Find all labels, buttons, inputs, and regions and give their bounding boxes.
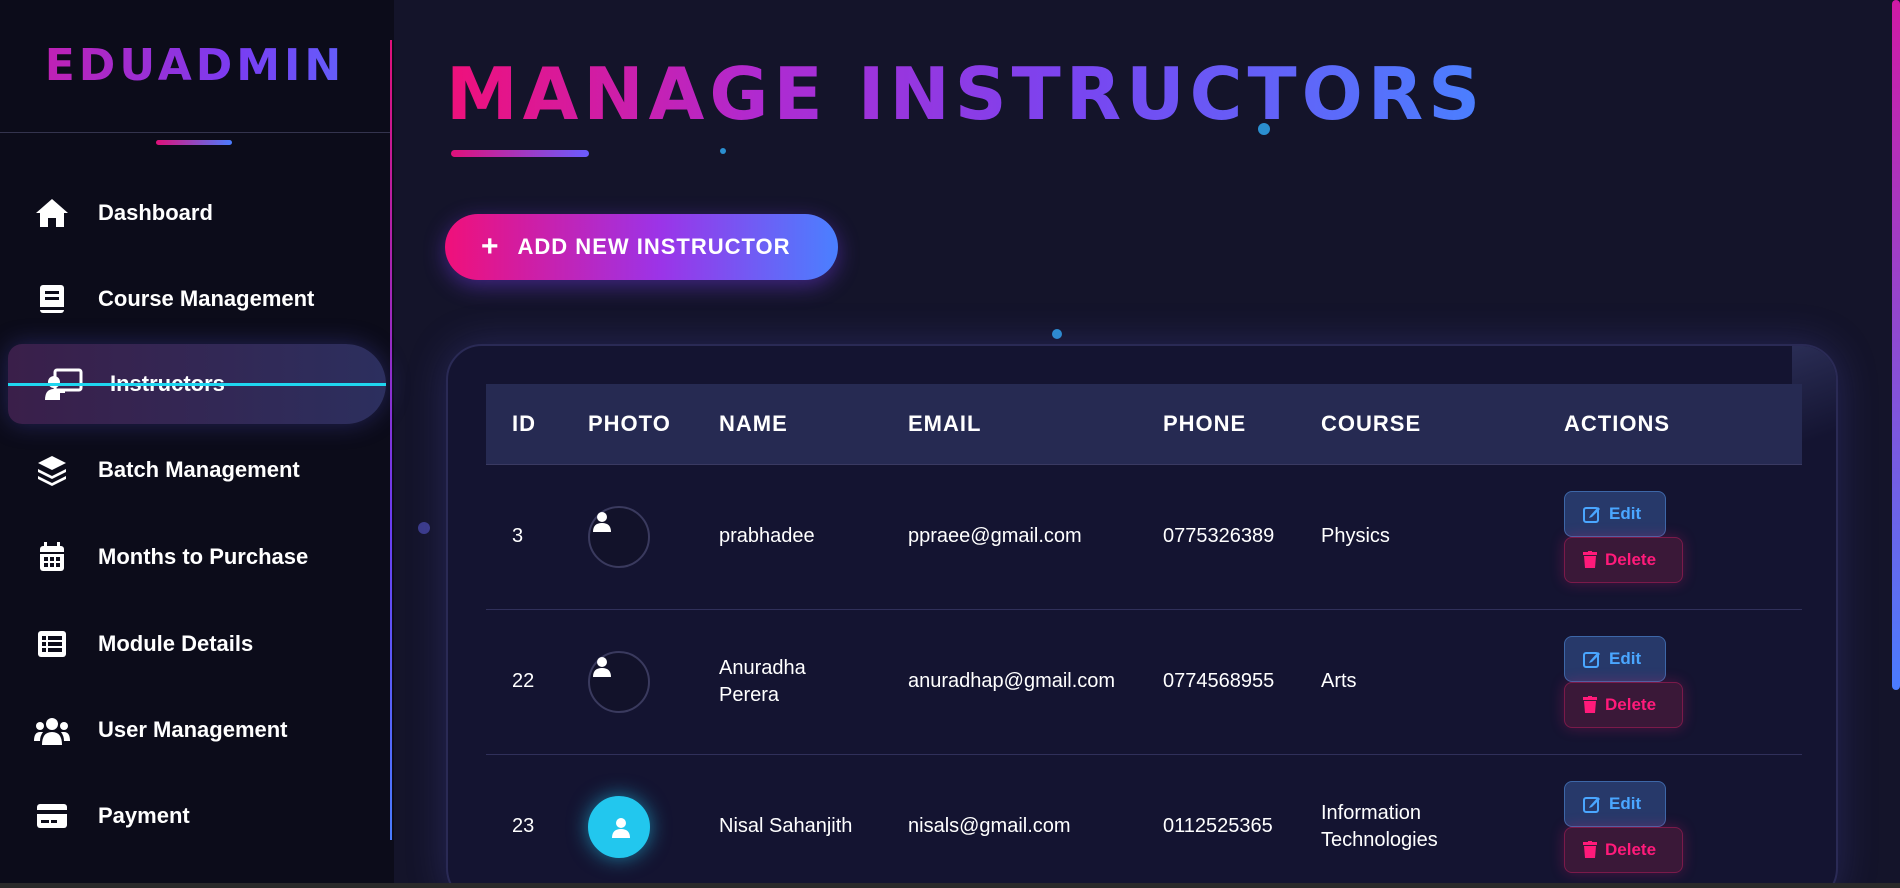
delete-label: Delete <box>1605 549 1657 569</box>
title-underline <box>451 150 589 157</box>
book-icon <box>32 279 72 319</box>
sidebar-accent-line <box>390 40 392 840</box>
cell-phone: 0775326389 <box>1137 464 1295 610</box>
user-icon <box>612 817 630 838</box>
instructors-table: ID PHOTO NAME EMAIL PHONE COURSE ACTIONS… <box>486 384 1802 888</box>
brand-divider <box>0 132 390 133</box>
list-icon <box>32 624 72 664</box>
active-indicator-line <box>8 383 386 386</box>
cell-email: anuradhap@gmail.com <box>882 609 1137 755</box>
cell-name: prabhadee <box>693 464 882 610</box>
instructors-table-card: ID PHOTO NAME EMAIL PHONE COURSE ACTIONS… <box>446 344 1838 888</box>
add-new-instructor-button[interactable]: + ADD NEW INSTRUCTOR <box>445 214 838 280</box>
cell-course: Information Technologies <box>1295 754 1538 888</box>
avatar <box>588 795 650 858</box>
sidebar-item-label: Dashboard <box>98 200 213 225</box>
header-name: NAME <box>693 384 882 465</box>
delete-button[interactable]: Delete <box>1564 536 1683 583</box>
add-button-label: ADD NEW INSTRUCTOR <box>517 234 791 259</box>
sidebar-item-label: Module Details <box>98 631 254 656</box>
decorative-dot <box>720 148 726 154</box>
trash-icon <box>1583 696 1597 713</box>
table-row: 22 Anuradha Perera anuradhap@gmail.com 0… <box>486 609 1802 755</box>
sidebar-item-label: Payment <box>98 803 190 828</box>
cell-name: Anuradha Perera <box>693 609 882 755</box>
header-email: EMAIL <box>882 384 1137 465</box>
header-phone: PHONE <box>1137 384 1295 465</box>
user-icon <box>593 656 611 677</box>
cell-actions: Edit Delete <box>1538 754 1802 888</box>
sidebar-item-dashboard[interactable]: Dashboard <box>8 173 386 253</box>
sidebar-item-label: Batch Management <box>98 457 300 482</box>
header-photo: PHOTO <box>562 384 693 465</box>
cell-photo <box>562 754 693 888</box>
header-id: ID <box>486 384 562 465</box>
cell-actions: Edit Delete <box>1538 464 1802 610</box>
cell-id: 23 <box>486 754 562 888</box>
sidebar-item-label: User Management <box>98 717 288 742</box>
users-icon <box>32 710 72 750</box>
edit-label: Edit <box>1609 648 1642 668</box>
delete-button[interactable]: Delete <box>1564 826 1683 873</box>
cell-phone: 0774568955 <box>1137 609 1295 755</box>
cell-actions: Edit Delete <box>1538 609 1802 755</box>
decorative-dot <box>418 522 430 534</box>
avatar-placeholder <box>588 505 650 568</box>
delete-label: Delete <box>1605 694 1657 714</box>
scrollbar-thumb[interactable] <box>1892 0 1900 690</box>
trash-icon <box>1583 551 1597 568</box>
edit-button[interactable]: Edit <box>1564 490 1666 537</box>
decorative-dot <box>1258 123 1270 135</box>
cell-id: 22 <box>486 609 562 755</box>
sidebar-item-label: Course Management <box>98 286 315 311</box>
cell-name: Nisal Sahanjith <box>693 754 882 888</box>
header-actions: ACTIONS <box>1538 384 1802 465</box>
trash-icon <box>1583 841 1597 858</box>
table-row: 23 Nisal Sahanjith nisals@gmail.com 0112… <box>486 754 1802 888</box>
layers-icon <box>32 450 72 490</box>
edit-label: Edit <box>1609 503 1642 523</box>
sidebar-item-months-to-purchase[interactable]: Months to Purchase <box>8 517 386 597</box>
brand-logo: EDUADMIN <box>0 40 390 91</box>
edit-label: Edit <box>1609 793 1642 813</box>
credit-card-icon <box>32 796 72 836</box>
delete-label: Delete <box>1605 839 1657 859</box>
sidebar-item-user-management[interactable]: User Management <box>8 690 386 770</box>
cell-email: nisals@gmail.com <box>882 754 1137 888</box>
window-bottom-edge <box>0 883 1900 888</box>
page-title: MANAGE INSTRUCTORS <box>446 52 1486 136</box>
table-header-row: ID PHOTO NAME EMAIL PHONE COURSE ACTIONS <box>486 384 1802 465</box>
table-row: 3 prabhadee ppraee@gmail.com 0775326389 … <box>486 464 1802 610</box>
cell-phone: 0112525365 <box>1137 754 1295 888</box>
sidebar-item-course-management[interactable]: Course Management <box>8 259 386 339</box>
sidebar-item-payment[interactable]: Payment <box>8 776 386 856</box>
edit-button[interactable]: Edit <box>1564 635 1666 682</box>
home-icon <box>32 193 72 233</box>
avatar-placeholder <box>588 650 650 713</box>
cell-course: Physics <box>1295 464 1538 610</box>
cell-course: Arts <box>1295 609 1538 755</box>
cell-photo <box>562 609 693 755</box>
sidebar-item-module-details[interactable]: Module Details <box>8 604 386 684</box>
sidebar-item-label: Months to Purchase <box>98 544 309 569</box>
plus-icon: + <box>481 230 500 263</box>
cell-id: 3 <box>486 464 562 610</box>
edit-button[interactable]: Edit <box>1564 780 1666 827</box>
sidebar-item-batch-management[interactable]: Batch Management <box>8 430 386 510</box>
header-course: COURSE <box>1295 384 1538 465</box>
edit-icon <box>1583 506 1600 523</box>
edit-icon <box>1583 651 1600 668</box>
sidebar: EDUADMIN Dashboard Course Management Ins… <box>0 0 394 888</box>
cell-email: ppraee@gmail.com <box>882 464 1137 610</box>
page-scrollbar[interactable] <box>1890 0 1900 690</box>
calendar-icon <box>32 537 72 577</box>
edit-icon <box>1583 796 1600 813</box>
delete-button[interactable]: Delete <box>1564 681 1683 728</box>
user-icon <box>593 511 611 532</box>
cell-photo <box>562 464 693 610</box>
decorative-dot <box>1052 329 1062 339</box>
brand-accent-bar <box>156 140 232 145</box>
